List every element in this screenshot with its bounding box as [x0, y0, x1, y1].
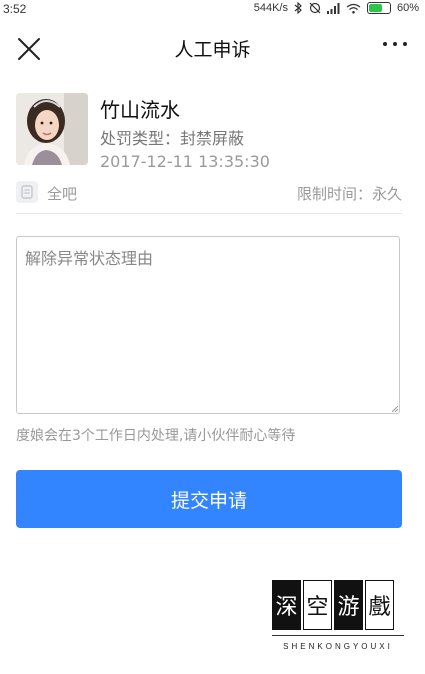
username: 竹山流水 — [100, 98, 180, 122]
watermark-char: 深 — [272, 580, 301, 630]
watermark-char: 游 — [334, 580, 363, 630]
watermark-char: 空 — [303, 580, 332, 630]
scope-row: 全吧 限制时间：永久 — [16, 181, 402, 205]
user-card: 竹山流水 处罚类型：封禁屏蔽 2017-12-11 13:35:30 — [16, 93, 402, 173]
forum-icon — [16, 181, 38, 203]
page-title: 人工申诉 — [174, 39, 251, 61]
nav-bar: 人工申诉 — [0, 24, 425, 72]
more-icon[interactable] — [383, 42, 407, 46]
hint-text: 度娘会在3个工作日内处理,请小伙伴耐心等待 — [16, 428, 296, 444]
wifi-icon — [346, 3, 361, 14]
reason-input[interactable] — [16, 236, 400, 414]
punish-type: 处罚类型：封禁屏蔽 — [100, 129, 245, 148]
submit-button[interactable]: 提交申请 — [16, 470, 402, 528]
scope-label: 全吧 — [47, 185, 78, 203]
watermark-subtitle: SHENKONGYOUXI — [283, 642, 393, 651]
limit-time: 限制时间：永久 — [296, 185, 402, 203]
status-bar: 3:52 544K/s 60% — [0, 0, 425, 20]
divider — [16, 213, 402, 214]
signal-icon — [326, 2, 340, 14]
status-icons: 544K/s 60% — [254, 2, 419, 14]
resize-handle-icon[interactable] — [392, 406, 398, 412]
battery-icon — [366, 2, 391, 14]
alarm-off-icon — [309, 2, 321, 14]
watermark-logo: 深 空 游 戲 SHENKONGYOUXI — [272, 580, 404, 660]
status-time: 3:52 — [3, 2, 27, 16]
punish-time: 2017-12-11 13:35:30 — [100, 152, 270, 171]
screen: 3:52 544K/s 60% 人工申诉 竹山流水 处罚类型：封禁屏蔽 2017… — [0, 0, 425, 674]
avatar — [16, 93, 88, 165]
watermark-char: 戲 — [365, 580, 394, 630]
network-speed: 544K/s — [253, 2, 288, 14]
battery-percent: 60% — [396, 2, 419, 14]
bluetooth-icon — [294, 2, 302, 14]
